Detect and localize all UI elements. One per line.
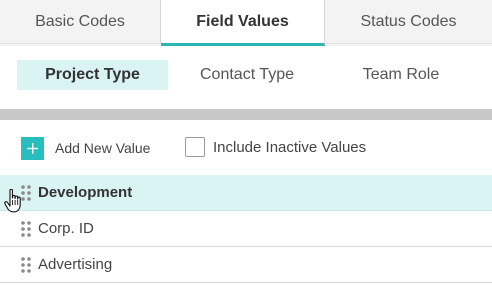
- section-divider: [0, 109, 492, 120]
- drag-handle-icon[interactable]: [20, 220, 32, 238]
- tab-basic-codes[interactable]: Basic Codes: [0, 0, 161, 44]
- subtab-team-role[interactable]: Team Role: [345, 60, 457, 90]
- top-tab-bar: Basic Codes Field Values Status Codes: [0, 0, 492, 46]
- include-inactive-label[interactable]: Include Inactive Values: [213, 139, 366, 157]
- list-item-label: Advertising: [38, 255, 113, 273]
- include-inactive-checkbox[interactable]: [185, 137, 205, 157]
- subtab-contact-type[interactable]: Contact Type: [185, 60, 309, 90]
- tab-status-codes[interactable]: Status Codes: [325, 0, 492, 44]
- drag-handle-icon[interactable]: [20, 184, 32, 202]
- list-item-label: Development: [38, 183, 133, 201]
- list-item[interactable]: Advertising: [0, 247, 492, 283]
- plus-icon: [27, 143, 38, 154]
- subtab-project-type[interactable]: Project Type: [17, 60, 168, 90]
- list-item[interactable]: Development: [0, 175, 492, 211]
- list-item[interactable]: Corp. ID: [0, 211, 492, 247]
- add-new-value-button[interactable]: [21, 137, 44, 160]
- field-values-list: Development Corp. ID Advertising: [0, 175, 492, 283]
- tab-field-values[interactable]: Field Values: [161, 0, 325, 46]
- list-item-label: Corp. ID: [38, 219, 94, 237]
- drag-handle-icon[interactable]: [20, 256, 32, 274]
- add-new-value-label[interactable]: Add New Value: [55, 139, 150, 157]
- sub-tab-bar: Project Type Contact Type Team Role: [0, 58, 492, 94]
